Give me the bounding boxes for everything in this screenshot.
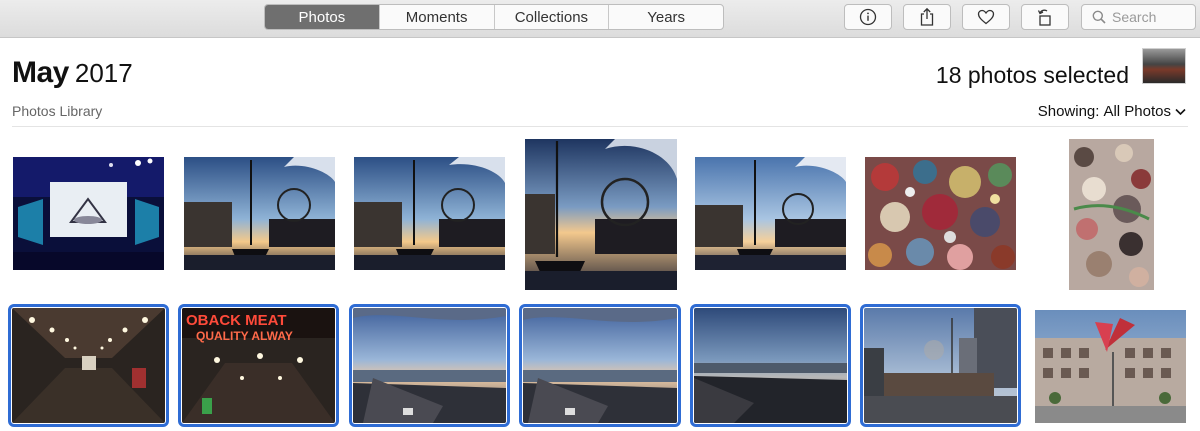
- photo-thumbnail-selected[interactable]: [860, 304, 1021, 427]
- photo-thumbnail-selected[interactable]: OBACK MEAT QUALITY ALWAY: [178, 304, 339, 427]
- photo-thumbnail[interactable]: [184, 157, 335, 270]
- header-divider: [12, 126, 1188, 127]
- photo-thumbnail[interactable]: [865, 157, 1016, 270]
- title-month: May: [12, 56, 69, 89]
- view-segmented-control: Photos Moments Collections Years: [264, 4, 724, 30]
- chevron-down-icon: [1175, 108, 1186, 115]
- favorite-button[interactable]: [962, 4, 1010, 30]
- showing-label: Showing:: [1037, 103, 1100, 120]
- heart-icon: [977, 9, 995, 25]
- tab-moments[interactable]: Moments: [380, 5, 495, 29]
- info-button[interactable]: [844, 4, 892, 30]
- share-button[interactable]: [903, 4, 951, 30]
- tab-years[interactable]: Years: [609, 5, 723, 29]
- page-title: May 2017: [12, 55, 133, 91]
- photo-thumbnail[interactable]: [1069, 139, 1154, 290]
- search-field[interactable]: [1081, 4, 1196, 30]
- photo-thumbnail-selected[interactable]: [519, 304, 681, 427]
- showing-value: All Photos: [1103, 103, 1171, 120]
- tab-photos[interactable]: Photos: [265, 5, 380, 29]
- toolbar: Photos Moments Collections Years: [0, 0, 1200, 38]
- search-input[interactable]: [1112, 9, 1192, 25]
- title-year: 2017: [74, 58, 133, 88]
- photo-thumbnail[interactable]: [354, 157, 505, 270]
- photo-thumbnail[interactable]: [695, 157, 846, 270]
- tab-collections[interactable]: Collections: [495, 5, 610, 29]
- library-subtitle: Photos Library: [12, 103, 103, 119]
- showing-filter[interactable]: Showing: All Photos: [1038, 103, 1186, 120]
- photo-thumbnail-selected[interactable]: [349, 304, 510, 427]
- photo-thumbnail-selected[interactable]: [8, 304, 169, 427]
- rotate-button[interactable]: [1021, 4, 1069, 30]
- photo-thumbnail-selected[interactable]: [690, 304, 851, 427]
- photo-thumbnail[interactable]: [1035, 310, 1186, 423]
- svg-text:OBACK MEAT: OBACK MEAT: [186, 312, 287, 329]
- rotate-icon: [1037, 9, 1051, 26]
- share-icon: [920, 7, 934, 26]
- info-icon: [859, 8, 877, 26]
- photo-thumbnail[interactable]: [525, 139, 677, 290]
- selection-thumbnail[interactable]: [1142, 48, 1186, 84]
- search-icon: [1092, 10, 1106, 24]
- photo-thumbnail[interactable]: [13, 157, 164, 270]
- selection-count: 18 photos selected: [935, 62, 1129, 88]
- svg-text:QUALITY ALWAY: QUALITY ALWAY: [196, 329, 293, 343]
